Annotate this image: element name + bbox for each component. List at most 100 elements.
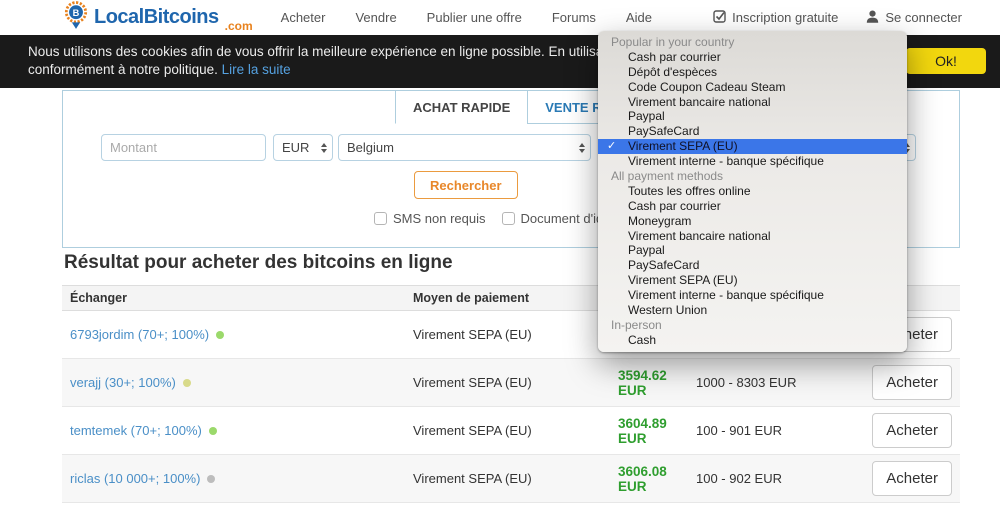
currency-select[interactable]: EUR: [273, 134, 333, 161]
cookie-text-line2: conformément à notre politique.: [28, 62, 218, 77]
checkbox-icon: [502, 212, 515, 225]
dropdown-group-header: In-person: [598, 318, 907, 333]
dropdown-option[interactable]: Virement bancaire national: [598, 229, 907, 244]
user-icon: [866, 10, 879, 26]
dropdown-option[interactable]: Paypal: [598, 109, 907, 124]
dropdown-option-label: Moneygram: [628, 214, 691, 228]
limits-cell: 100 - 902 EUR: [688, 471, 872, 486]
country-select[interactable]: Belgium: [338, 134, 591, 161]
dropdown-option-label: Virement interne - banque spécifique: [628, 288, 824, 302]
dropdown-option[interactable]: Virement SEPA (EU): [598, 273, 907, 288]
dropdown-option[interactable]: Virement bancaire national: [598, 95, 907, 110]
dropdown-option[interactable]: ✓ Virement SEPA (EU): [598, 139, 907, 154]
dropdown-group-header: Popular in your country: [598, 35, 907, 50]
payment-method-cell: Virement SEPA (EU): [405, 375, 610, 390]
dropdown-option-label: Cash: [628, 333, 656, 347]
payment-method-cell: Virement SEPA (EU): [405, 471, 610, 486]
trader-link[interactable]: riclas (10 000+; 100%): [70, 471, 200, 486]
dropdown-option-label: Paypal: [628, 243, 665, 257]
payment-method-cell: Virement SEPA (EU): [405, 423, 610, 438]
dropdown-option[interactable]: Toutes les offres online: [598, 184, 907, 199]
localbitcoins-logo[interactable]: B LocalBitcoins .com: [64, 0, 253, 35]
dropdown-option-label: Virement interne - banque spécifique: [628, 154, 824, 168]
nav-menu-item[interactable]: Publier une offre: [427, 10, 522, 25]
payment-method-cell: Virement SEPA (EU): [405, 327, 610, 342]
dropdown-option-label: Virement SEPA (EU): [628, 273, 738, 287]
status-dot-icon: [207, 475, 215, 483]
dropdown-option-label: Virement bancaire national: [628, 95, 771, 109]
sms-not-required-checkbox[interactable]: SMS non requis: [374, 211, 486, 226]
trader-link[interactable]: 6793jordim (70+; 100%): [70, 327, 209, 342]
currency-value: EUR: [282, 140, 309, 155]
dropdown-option[interactable]: Code Coupon Cadeau Steam: [598, 80, 907, 95]
top-navbar: B LocalBitcoins .com Acheter Vendre Publie…: [0, 0, 1000, 35]
trader-link[interactable]: temtemek (70+; 100%): [70, 423, 202, 438]
checkbox-icon: [374, 212, 387, 225]
table-row: riclas (10 000+; 100%) Virement SEPA (EU…: [62, 455, 960, 503]
dropdown-option[interactable]: Virement interne - banque spécifique: [598, 288, 907, 303]
dropdown-option-label: PaySafeCard: [628, 124, 699, 138]
select-stepper-icon: [574, 135, 590, 160]
nav-menu-item[interactable]: Forums: [552, 10, 596, 25]
dropdown-option-label: Paypal: [628, 109, 665, 123]
tab-achat-rapide[interactable]: ACHAT RAPIDE: [395, 91, 527, 124]
column-header-payment: Moyen de paiement: [405, 291, 610, 305]
dropdown-option-label: Popular in your country: [611, 35, 734, 49]
price-cell: 3594.62 EUR: [610, 368, 688, 398]
select-stepper-icon: [316, 135, 332, 160]
status-dot-icon: [183, 379, 191, 387]
column-header-trader: Échanger: [62, 291, 405, 305]
dropdown-option-label: In-person: [611, 318, 662, 332]
selected-check-icon: ✓: [607, 139, 616, 154]
dropdown-option-label: All payment methods: [611, 169, 723, 183]
dropdown-option[interactable]: PaySafeCard: [598, 258, 907, 273]
payment-method-dropdown: Popular in your countryCash par courrier…: [598, 31, 907, 352]
signup-label: Inscription gratuite: [732, 10, 838, 25]
map-pin-bitcoin-icon: B: [64, 0, 88, 35]
trader-link[interactable]: verajj (30+; 100%): [70, 375, 176, 390]
svg-text:B: B: [73, 8, 80, 18]
nav-menu-item[interactable]: Vendre: [355, 10, 396, 25]
search-button[interactable]: Rechercher: [414, 171, 518, 199]
buy-button[interactable]: Acheter: [872, 413, 952, 448]
dropdown-option-label: Toutes les offres online: [628, 184, 751, 198]
limits-cell: 100 - 901 EUR: [688, 423, 872, 438]
dropdown-option[interactable]: PaySafeCard: [598, 124, 907, 139]
buy-button[interactable]: Acheter: [872, 461, 952, 496]
dropdown-group-header: All payment methods: [598, 169, 907, 184]
dropdown-option-label: Cash par courrier: [628, 50, 721, 64]
limits-cell: 1000 - 8303 EUR: [688, 375, 872, 390]
dropdown-option[interactable]: Paypal: [598, 243, 907, 258]
country-value: Belgium: [347, 140, 394, 155]
dropdown-option[interactable]: Western Union: [598, 303, 907, 318]
nav-menu-item[interactable]: Acheter: [281, 10, 326, 25]
cookie-ok-button[interactable]: Ok!: [906, 48, 986, 74]
dropdown-option-label: Virement SEPA (EU): [628, 139, 738, 153]
dropdown-option[interactable]: Virement interne - banque spécifique: [598, 154, 907, 169]
logo-tld-text: .com: [225, 19, 253, 35]
amount-input[interactable]: [101, 134, 266, 161]
login-label: Se connecter: [885, 10, 962, 25]
dropdown-option[interactable]: Cash par courrier: [598, 199, 907, 214]
status-dot-icon: [209, 427, 217, 435]
nav-menu-item[interactable]: Aide: [626, 10, 652, 25]
signup-link[interactable]: Inscription gratuite: [713, 10, 838, 26]
main-nav-menu: Acheter Vendre Publier une offre Forums Aide: [281, 9, 652, 27]
dropdown-option[interactable]: Cash: [598, 333, 907, 348]
price-cell: 3606.08 EUR: [610, 464, 688, 494]
dropdown-option-label: Virement bancaire national: [628, 229, 771, 243]
price-cell: 3604.89 EUR: [610, 416, 688, 446]
logo-brand-text: LocalBitcoins: [94, 6, 219, 29]
dropdown-option-label: Western Union: [628, 303, 707, 317]
status-dot-icon: [216, 331, 224, 339]
dropdown-option-label: Cash par courrier: [628, 199, 721, 213]
cookie-read-more-link[interactable]: Lire la suite: [222, 62, 291, 77]
buy-button[interactable]: Acheter: [872, 365, 952, 400]
sms-checkbox-label: SMS non requis: [393, 211, 486, 226]
dropdown-option[interactable]: Cash par courrier: [598, 50, 907, 65]
login-link[interactable]: Se connecter: [866, 10, 962, 26]
dropdown-option-label: Dépôt d'espèces: [628, 65, 717, 79]
table-row: temtemek (70+; 100%) Virement SEPA (EU) …: [62, 407, 960, 455]
dropdown-option[interactable]: Dépôt d'espèces: [598, 65, 907, 80]
dropdown-option[interactable]: Moneygram: [598, 214, 907, 229]
